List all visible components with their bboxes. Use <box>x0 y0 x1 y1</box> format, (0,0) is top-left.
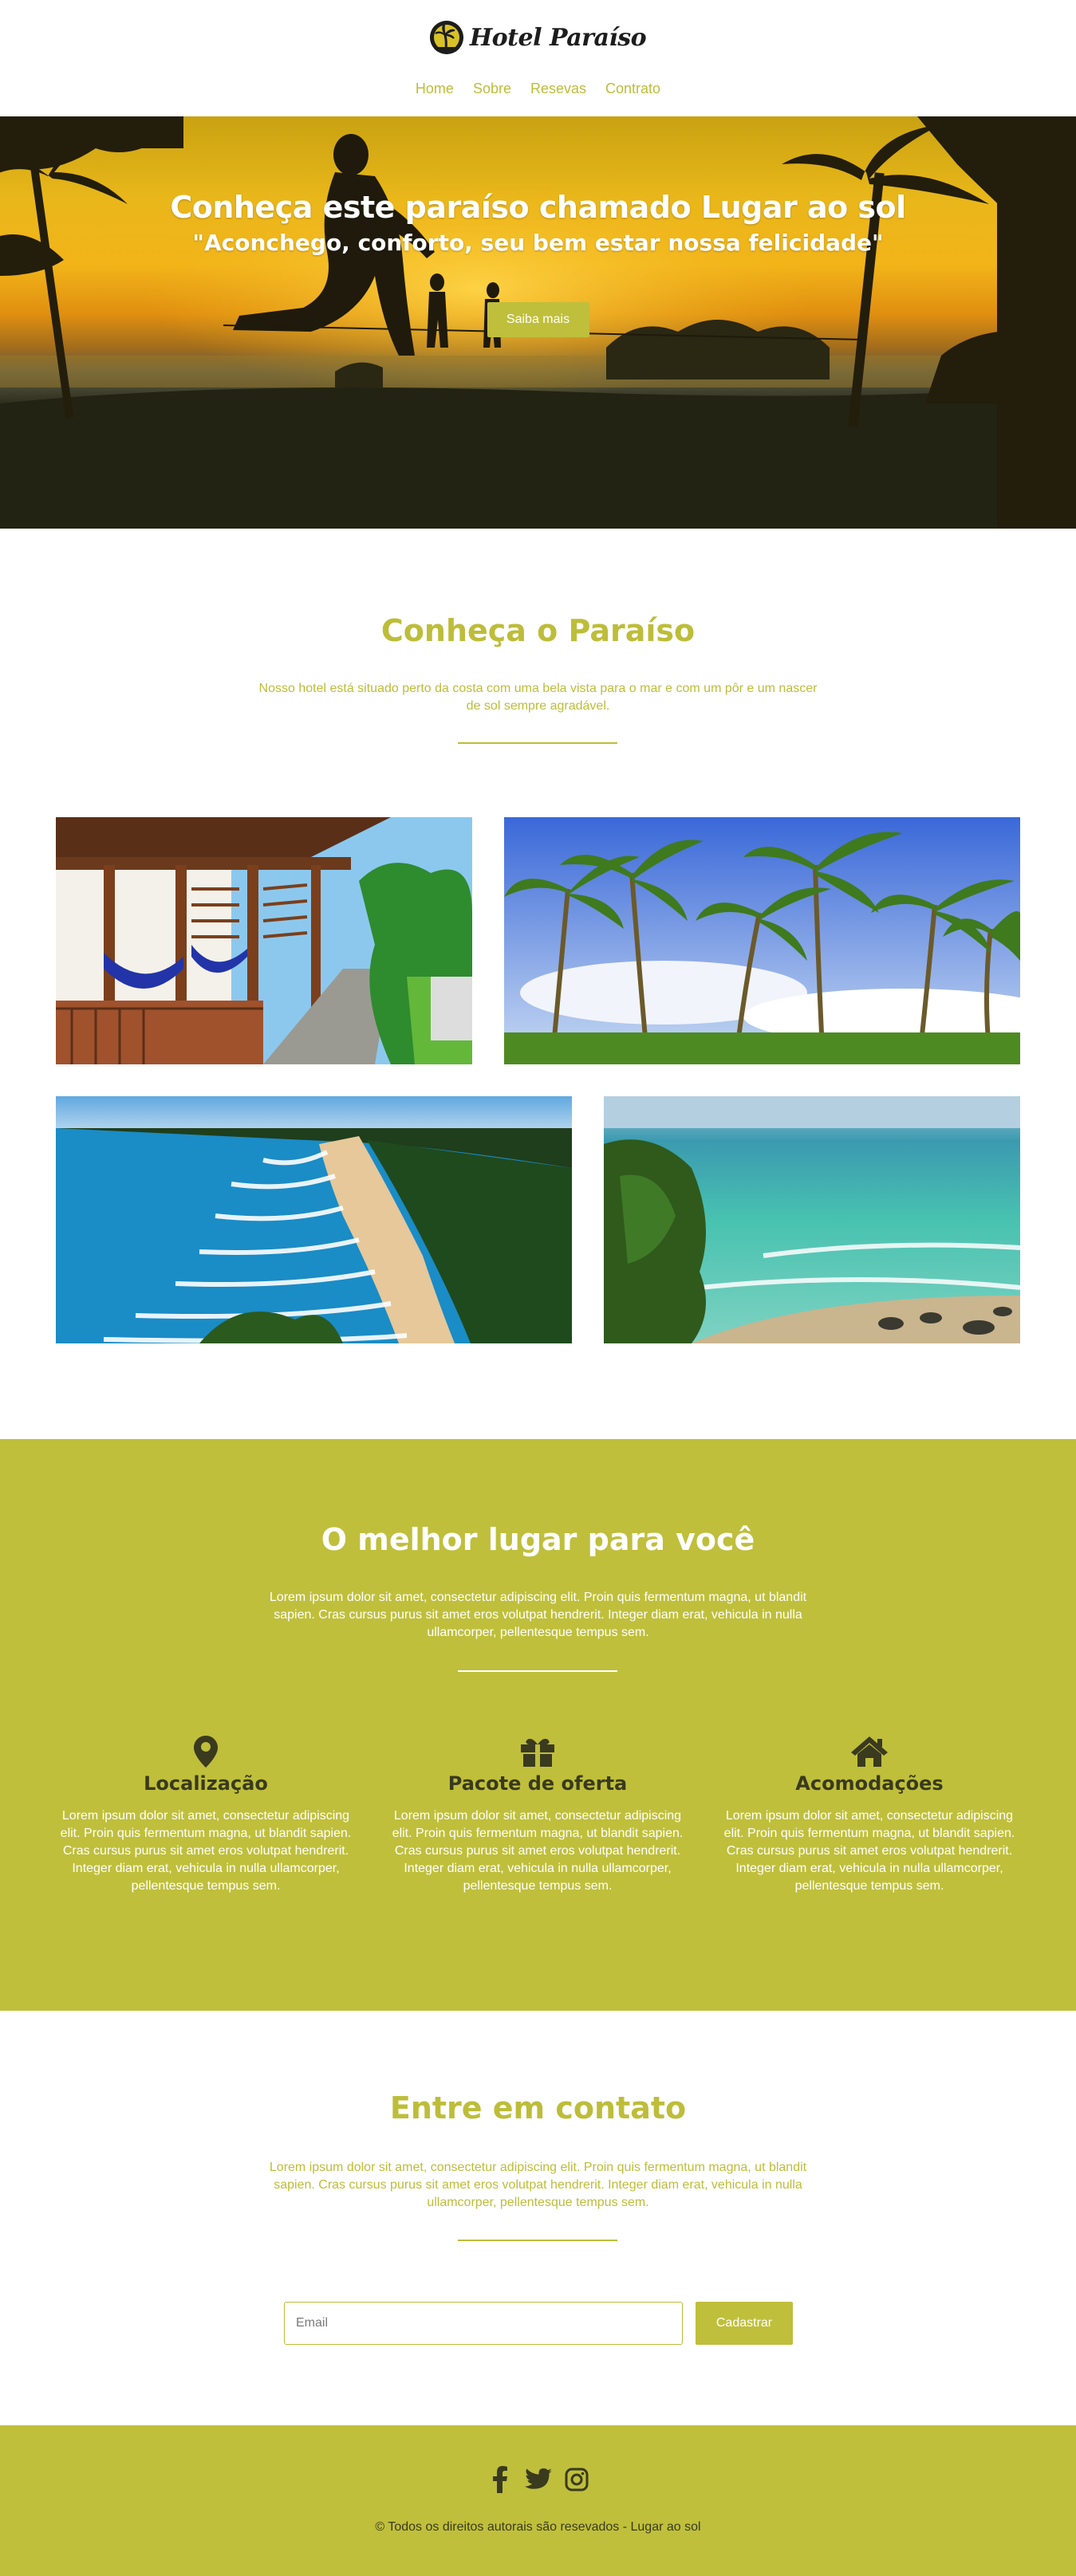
feature-text: Lorem ipsum dolor sit amet, consectetur … <box>723 1809 1015 1893</box>
section-divider <box>458 2240 617 2241</box>
nav-home[interactable]: Home <box>416 81 454 97</box>
about-title: Conheça o Paraíso <box>380 613 696 648</box>
site-footer: © Todos os direitos autorais são resevad… <box>0 2425 1076 2576</box>
about-description: Nosso hotel está situado perto da costa … <box>258 682 818 713</box>
section-divider <box>458 1670 617 1672</box>
feature-pacote: Pacote de oferta Lorem ipsum dolor sit a… <box>386 1734 689 1895</box>
hero-subtitle: "Aconchego, conforto, seu bem estar noss… <box>192 230 884 256</box>
turquoise-sea-photo <box>604 1096 1020 1343</box>
gift-icon <box>386 1734 689 1769</box>
facebook-icon[interactable] <box>487 2465 514 2494</box>
logo[interactable]: Hotel Paraíso <box>0 21 1076 54</box>
about-section: Conheça o Paraíso Nosso hotel está situa… <box>0 529 1076 1439</box>
email-field[interactable] <box>284 2302 683 2345</box>
map-marker-icon <box>54 1734 357 1769</box>
home-icon <box>718 1734 1021 1769</box>
nav-sobre[interactable]: Sobre <box>473 81 511 97</box>
contact-section: Entre em contato Lorem ipsum dolor sit a… <box>0 2011 1076 2425</box>
features-description: Lorem ipsum dolor sit amet, consectetur … <box>269 1591 807 1639</box>
brand-name: Hotel Paraíso <box>469 23 647 52</box>
feature-title: Pacote de oferta <box>447 1772 628 1795</box>
palm-logo-icon <box>429 21 463 54</box>
feature-text: Lorem ipsum dolor sit amet, consectetur … <box>60 1809 352 1893</box>
instagram-icon[interactable] <box>563 2465 590 2494</box>
features-title: O melhor lugar para você <box>321 1522 755 1557</box>
social-links <box>0 2465 1076 2494</box>
feature-acomodacoes: Acomodações Lorem ipsum dolor sit amet, … <box>718 1734 1021 1895</box>
feature-text: Lorem ipsum dolor sit amet, consectetur … <box>392 1809 684 1893</box>
hero-content: Conheça este paraíso chamado Lugar ao so… <box>0 190 1076 337</box>
site-header: Hotel Paraíso Home Sobre Resevas Contrat… <box>0 0 1076 116</box>
palm-trees-photo <box>504 817 1020 1064</box>
cadastrar-button[interactable]: Cadastrar <box>696 2302 793 2345</box>
beach-coast-photo <box>56 1096 572 1343</box>
contact-description: Lorem ipsum dolor sit amet, consectetur … <box>269 2161 807 2209</box>
nav-contrato[interactable]: Contrato <box>605 81 660 97</box>
hero-banner: Conheça este paraíso chamado Lugar ao so… <box>0 116 1076 529</box>
main-nav: Home Sobre Resevas Contrato <box>0 81 1076 97</box>
section-divider <box>458 742 617 744</box>
features-section: O melhor lugar para você Lorem ipsum dol… <box>0 1439 1076 2011</box>
contact-title: Entre em contato <box>389 2090 687 2126</box>
hotel-veranda-photo <box>56 817 472 1064</box>
newsletter-form: Cadastrar <box>284 2302 793 2345</box>
hero-title: Conheça este paraíso chamado Lugar ao so… <box>170 190 906 225</box>
feature-title: Localização <box>144 1772 268 1795</box>
feature-title: Acomodações <box>795 1772 944 1795</box>
saiba-mais-button[interactable]: Saiba mais <box>487 302 589 337</box>
feature-localizacao: Localização Lorem ipsum dolor sit amet, … <box>54 1734 357 1895</box>
twitter-icon[interactable] <box>524 2465 552 2494</box>
copyright-text: © Todos os direitos autorais são resevad… <box>375 2520 701 2534</box>
nav-resevas[interactable]: Resevas <box>530 81 586 97</box>
